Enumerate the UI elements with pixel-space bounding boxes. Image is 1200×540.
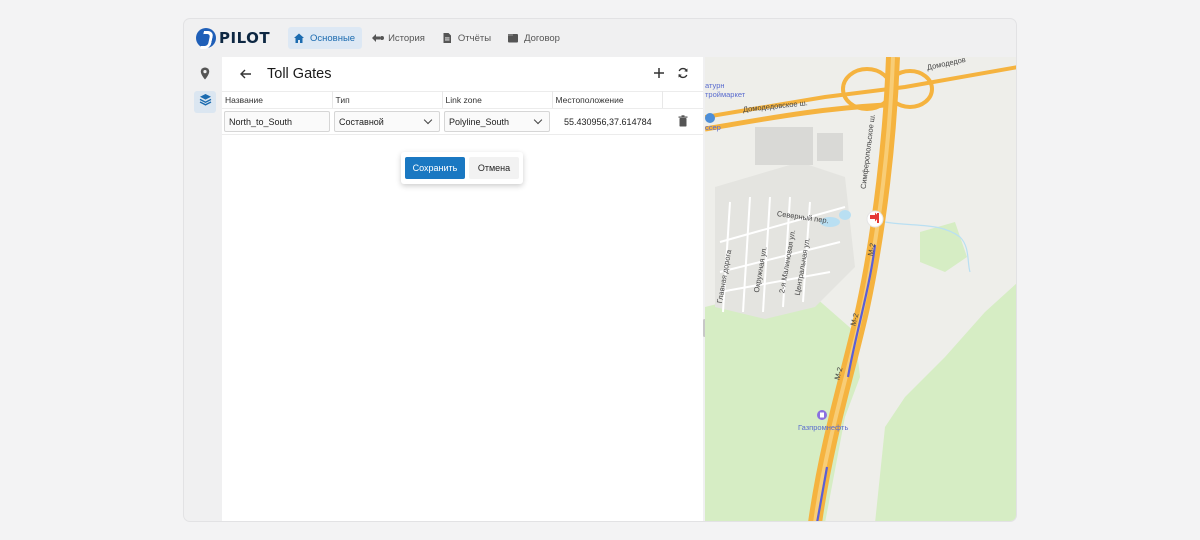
logo-text: PILOT [219, 29, 271, 47]
domodedovo-road [705, 102, 886, 132]
map-label-store: троймаркет [705, 90, 746, 99]
top-navigation: PILOT Основные История Отчёты Договор [184, 19, 1016, 57]
chevron-down-icon [533, 115, 543, 125]
panel-actions [653, 66, 689, 83]
column-header-type: Тип [332, 91, 443, 109]
table-row: North_to_South Составной Polyline_South [222, 108, 703, 135]
chevron-down-icon [423, 115, 433, 125]
left-rail [194, 65, 218, 117]
history-icon [371, 32, 385, 44]
nav-label: Основные [310, 32, 356, 44]
map-label-fragment: ссер [705, 123, 721, 132]
rail-button-layers[interactable] [194, 91, 216, 113]
report-icon [441, 32, 453, 44]
panel-header: Toll Gates [222, 57, 703, 91]
nav-item-main[interactable]: Основные [288, 27, 363, 49]
map-view[interactable]: атурн троймаркет ссер Домодедовское ш. Д… [705, 57, 1016, 521]
table-header-row: Название Тип Link zone Местоположение [222, 91, 703, 109]
rail-button-locations[interactable] [194, 65, 216, 87]
settlement-area [715, 162, 855, 319]
refresh-icon[interactable] [677, 66, 689, 83]
column-header-actions [662, 91, 703, 109]
pond [839, 210, 851, 220]
column-header-link-zone: Link zone [442, 91, 553, 109]
building-block [755, 127, 813, 165]
column-header-name: Название [222, 91, 333, 109]
toll-gates-panel: Toll Gates Название Тип Link zone Местоп… [222, 57, 703, 521]
column-header-location: Местоположение [552, 91, 663, 109]
store-icon [705, 113, 715, 123]
link-zone-select[interactable]: Polyline_South [444, 111, 550, 132]
nav-item-reports[interactable]: Отчёты [436, 27, 498, 49]
link-zone-value: Polyline_South [449, 116, 510, 127]
location-pin-icon [200, 67, 210, 85]
name-value: North_to_South [229, 116, 293, 127]
name-input[interactable]: North_to_South [224, 111, 330, 132]
map-label-gazprom: Газпромнефть [798, 423, 849, 432]
nav-label: Отчёты [457, 32, 492, 44]
nav-label: История [388, 32, 425, 44]
forest-area-east [875, 283, 1016, 521]
delete-icon[interactable] [678, 114, 688, 129]
main-nav: Основные История Отчёты Договор [288, 27, 567, 49]
nav-item-history[interactable]: История [366, 27, 432, 49]
app-window: PILOT Основные История Отчёты Договор To… [183, 18, 1017, 522]
home-icon [293, 32, 305, 44]
location-value: 55.430956,37.614784 [564, 116, 652, 127]
type-select[interactable]: Составной [334, 111, 440, 132]
nav-label: Договор [524, 32, 560, 44]
map-label-store: атурн [705, 81, 725, 90]
edit-confirm-popover: Сохранить Отмена [401, 152, 523, 184]
nav-item-contract[interactable]: Договор [502, 27, 567, 49]
toll-gates-table: Название Тип Link zone Местоположение No… [222, 91, 703, 135]
back-arrow-icon[interactable] [240, 67, 262, 82]
pilot-logo[interactable]: PILOT [196, 27, 270, 49]
panel-title: Toll Gates [267, 66, 332, 82]
type-value: Составной [339, 116, 384, 127]
save-button[interactable]: Сохранить [405, 157, 465, 179]
logo-icon [196, 28, 216, 48]
cancel-button[interactable]: Отмена [469, 157, 519, 179]
add-icon[interactable] [653, 66, 665, 83]
building-block [817, 133, 843, 161]
contract-icon [507, 32, 519, 44]
layers-icon [199, 93, 212, 111]
